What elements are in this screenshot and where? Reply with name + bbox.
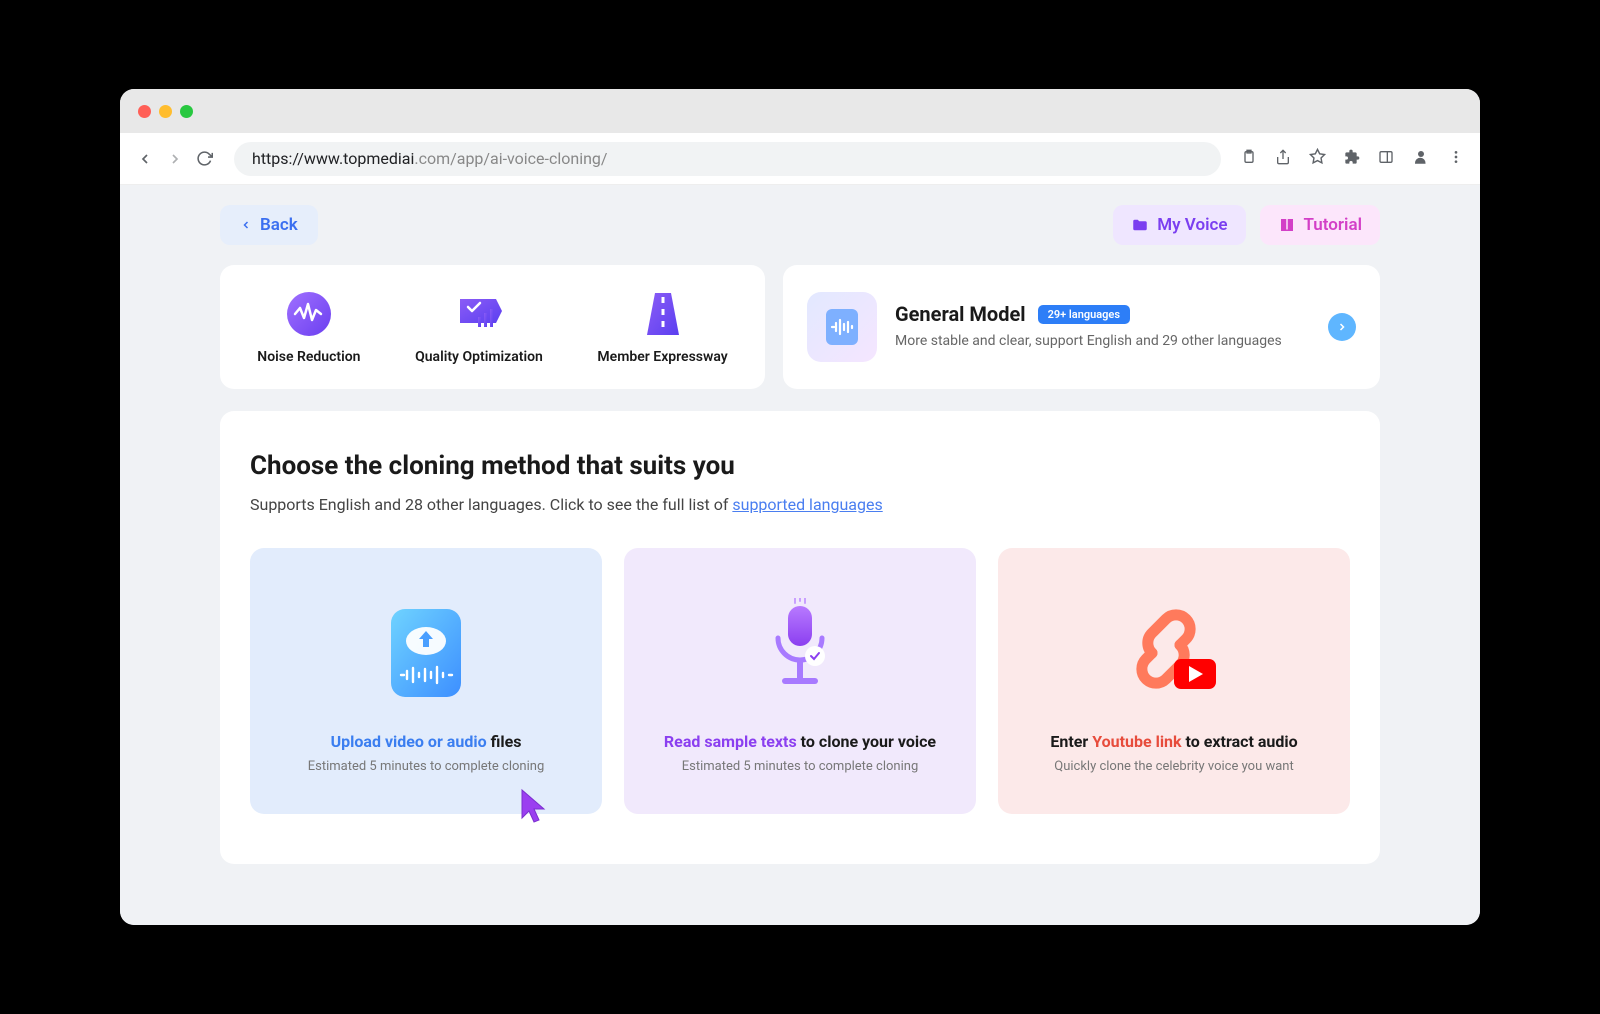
my-voice-label: My Voice xyxy=(1157,215,1227,235)
window-titlebar xyxy=(120,89,1480,133)
youtube-link-icon xyxy=(1018,598,1330,708)
toolbar-actions xyxy=(1241,148,1464,170)
url-path: .com/app/ai-voice-cloning/ xyxy=(414,149,607,168)
model-text: General Model 29+ languages More stable … xyxy=(895,302,1310,352)
chevron-left-icon xyxy=(240,218,252,232)
panel-icon[interactable] xyxy=(1378,149,1394,169)
back-arrow-icon[interactable] xyxy=(136,150,154,168)
browser-toolbar: https://www.topmediai.com/app/ai-voice-c… xyxy=(120,133,1480,185)
supported-languages-link[interactable]: supported languages xyxy=(732,495,882,514)
clipboard-icon[interactable] xyxy=(1241,149,1257,169)
tutorial-label: Tutorial xyxy=(1304,215,1362,235)
method-upload[interactable]: Upload video or audio files Estimated 5 … xyxy=(250,548,602,814)
method-title: Upload video or audio files xyxy=(270,732,582,751)
folder-icon xyxy=(1131,216,1149,234)
minimize-window-icon[interactable] xyxy=(159,105,172,118)
method-pre: Enter xyxy=(1050,732,1092,751)
url-host: https://www.topmediai xyxy=(252,149,414,168)
feature-label: Member Expressway xyxy=(597,349,727,365)
method-rest: files xyxy=(487,732,522,751)
method-grid: Upload video or audio files Estimated 5 … xyxy=(250,548,1350,814)
microphone-icon xyxy=(644,598,956,708)
browser-window: https://www.topmediai.com/app/ai-voice-c… xyxy=(120,89,1480,925)
menu-icon[interactable] xyxy=(1448,149,1464,169)
section-title: Choose the cloning method that suits you xyxy=(250,451,1350,481)
my-voice-button[interactable]: My Voice xyxy=(1113,205,1245,245)
extensions-icon[interactable] xyxy=(1344,149,1360,169)
star-icon[interactable] xyxy=(1309,148,1326,169)
back-button[interactable]: Back xyxy=(220,205,318,245)
model-next-button[interactable] xyxy=(1328,313,1356,341)
method-subtitle: Estimated 5 minutes to complete cloning xyxy=(644,759,956,774)
maximize-window-icon[interactable] xyxy=(180,105,193,118)
url-bar[interactable]: https://www.topmediai.com/app/ai-voice-c… xyxy=(234,142,1221,176)
page-header: Back My Voice Tutorial xyxy=(220,205,1380,245)
feature-member-expressway[interactable]: Member Expressway xyxy=(597,289,727,365)
feature-noise-reduction[interactable]: Noise Reduction xyxy=(257,289,360,365)
method-read-sample[interactable]: Read sample texts to clone your voice Es… xyxy=(624,548,976,814)
languages-badge: 29+ languages xyxy=(1038,305,1130,324)
chevron-right-icon xyxy=(1336,321,1348,333)
header-actions: My Voice Tutorial xyxy=(1113,205,1380,245)
top-cards-row: Noise Reduction Quality Optimization Mem… xyxy=(220,265,1380,389)
feature-quality-optimization[interactable]: Quality Optimization xyxy=(415,289,543,365)
model-title: General Model xyxy=(895,302,1026,326)
model-description: More stable and clear, support English a… xyxy=(895,332,1310,352)
cursor-pointer-icon xyxy=(518,788,550,828)
method-rest: to extract audio xyxy=(1182,732,1298,751)
features-card: Noise Reduction Quality Optimization Mem… xyxy=(220,265,765,389)
upload-icon xyxy=(270,598,582,708)
section-subtitle: Supports English and 28 other languages.… xyxy=(250,495,1350,514)
model-card[interactable]: General Model 29+ languages More stable … xyxy=(783,265,1380,389)
feature-label: Quality Optimization xyxy=(415,349,543,365)
method-rest: to clone your voice xyxy=(797,732,936,751)
method-highlight: Read sample texts xyxy=(664,732,797,751)
noise-reduction-icon xyxy=(284,289,334,339)
tutorial-button[interactable]: Tutorial xyxy=(1260,205,1380,245)
method-highlight: Upload video or audio xyxy=(331,732,487,751)
subtitle-text: Supports English and 28 other languages.… xyxy=(250,495,732,514)
method-subtitle: Estimated 5 minutes to complete cloning xyxy=(270,759,582,774)
reload-icon[interactable] xyxy=(196,150,214,168)
cloning-method-card: Choose the cloning method that suits you… xyxy=(220,411,1380,864)
page-content: Back My Voice Tutorial Noise xyxy=(120,185,1480,925)
book-icon xyxy=(1278,216,1296,234)
method-youtube-link[interactable]: Enter Youtube link to extract audio Quic… xyxy=(998,548,1350,814)
profile-icon[interactable] xyxy=(1412,148,1430,170)
quality-optimization-icon xyxy=(454,289,504,339)
method-subtitle: Quickly clone the celebrity voice you wa… xyxy=(1018,759,1330,774)
share-icon[interactable] xyxy=(1275,149,1291,169)
method-title: Read sample texts to clone your voice xyxy=(644,732,956,751)
feature-label: Noise Reduction xyxy=(257,349,360,365)
method-title: Enter Youtube link to extract audio xyxy=(1018,732,1330,751)
close-window-icon[interactable] xyxy=(138,105,151,118)
method-highlight: Youtube link xyxy=(1092,732,1181,751)
back-button-label: Back xyxy=(260,215,298,235)
member-expressway-icon xyxy=(638,289,688,339)
model-icon xyxy=(807,292,877,362)
forward-arrow-icon[interactable] xyxy=(166,150,184,168)
